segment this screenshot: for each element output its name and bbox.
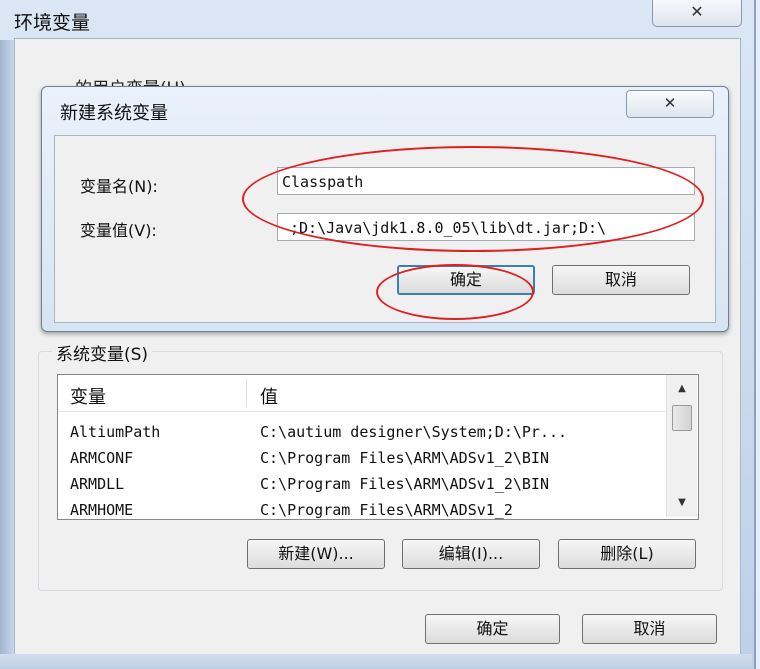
row-variable-value: C:\Program Files\ARM\ADSv1_2\BIN (260, 449, 549, 467)
annotation-ellipse-ok-button (376, 264, 534, 320)
row-variable-name: ARMCONF (70, 449, 134, 467)
table-row[interactable]: AltiumPath C:\autium designer\System;D:\… (58, 419, 666, 445)
dialog-cancel-button[interactable]: 取消 (552, 265, 690, 295)
window-title: 环境变量 (14, 12, 91, 34)
edit-variable-button[interactable]: 编辑(I)... (402, 539, 540, 569)
row-variable-name: AltiumPath (70, 423, 161, 441)
column-separator[interactable] (246, 379, 247, 407)
new-variable-button[interactable]: 新建(W)... (247, 539, 385, 569)
table-row[interactable]: ARMCONF C:\Program Files\ARM\ADSv1_2\BIN (58, 445, 666, 471)
table-row[interactable]: ARMHOME C:\Program Files\ARM\ADSv1_2 (58, 497, 666, 519)
background-strip (0, 654, 752, 669)
column-header-variable[interactable]: 变量 (70, 383, 106, 409)
row-variable-value: C:\autium designer\System;D:\Pr... (260, 423, 568, 441)
window-close-button[interactable]: ✕ (652, 0, 742, 27)
variable-name-label: 变量名(N): (80, 177, 158, 196)
delete-variable-button[interactable]: 删除(L) (558, 539, 696, 569)
row-variable-name: ARMHOME (70, 501, 134, 519)
vertical-scrollbar[interactable]: ▲ ▼ (666, 375, 697, 517)
row-variable-name: ARMDLL (70, 475, 125, 493)
outer-cancel-button[interactable]: 取消 (582, 614, 717, 644)
row-variable-value: C:\Program Files\ARM\ADSv1_2\BIN (260, 475, 549, 493)
dialog-close-button[interactable]: ✕ (626, 90, 714, 118)
chevron-down-icon[interactable]: ▼ (667, 493, 697, 513)
row-variable-value: C:\Program Files\ARM\ADSv1_2 (260, 501, 513, 519)
system-variables-list[interactable]: 变量 值 AltiumPath C:\autium designer\Syste… (57, 374, 699, 520)
background-strip (0, 40, 14, 669)
dialog-title: 新建系统变量 (60, 103, 168, 124)
system-variables-label: 系统变量(S) (52, 340, 153, 365)
column-header-value[interactable]: 值 (260, 383, 278, 409)
table-row[interactable]: ARMDLL C:\Program Files\ARM\ADSv1_2\BIN (58, 471, 666, 497)
chevron-up-icon[interactable]: ▲ (667, 379, 697, 399)
list-header: 变量 值 (58, 375, 666, 412)
variable-value-label: 变量值(V): (80, 221, 157, 240)
annotation-ellipse-fields (242, 146, 704, 252)
outer-ok-button[interactable]: 确定 (425, 614, 560, 644)
scrollbar-thumb[interactable] (672, 405, 692, 431)
